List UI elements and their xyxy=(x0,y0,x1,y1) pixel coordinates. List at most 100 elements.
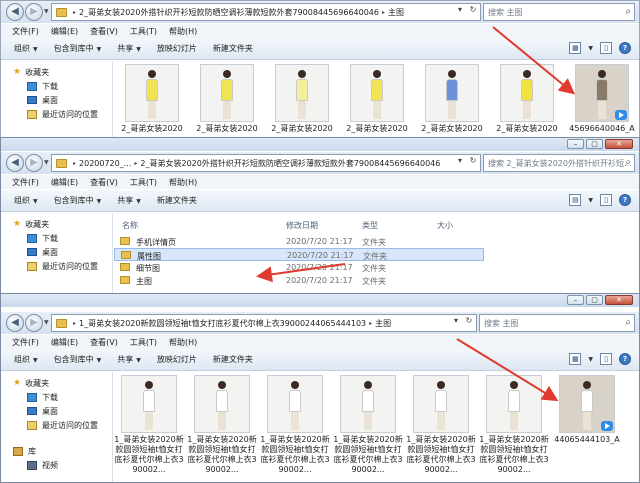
image-file-item[interactable]: 1_哥弟女装2020新款圆领短袖t恤女打底衫夏代尔棉上衣390002... xyxy=(479,375,549,475)
minimize-button[interactable]: – xyxy=(567,139,584,149)
search-input[interactable]: 搜索 主图 ⌕ xyxy=(479,314,635,332)
new-folder-button[interactable]: 新建文件夹 xyxy=(157,195,197,206)
column-size[interactable]: 大小 xyxy=(437,220,453,231)
organize-button[interactable]: 组织 ▼ xyxy=(14,354,38,365)
nav-downloads[interactable]: 下载 xyxy=(1,231,112,245)
image-file-item[interactable]: 2_哥弟女装2020 xyxy=(116,64,188,134)
menu-edit[interactable]: 编辑(E) xyxy=(51,337,78,348)
dropdown-icon[interactable]: ▾ xyxy=(455,156,465,165)
close-button[interactable]: ✕ xyxy=(605,139,633,149)
share-button[interactable]: 共享 ▼ xyxy=(117,43,141,54)
menu-edit[interactable]: 编辑(E) xyxy=(51,26,78,37)
breadcrumb-folder[interactable]: 1_哥弟女装2020新款圆领短袖t恤女打底衫夏代尔棉上衣390002440654… xyxy=(79,318,366,329)
video-file-item[interactable]: 44065444103_A xyxy=(552,375,622,445)
refresh-icon[interactable]: ↻ xyxy=(468,156,478,165)
nav-desktop[interactable]: 桌面 xyxy=(1,245,112,259)
menu-view[interactable]: 查看(V) xyxy=(90,26,118,37)
menu-edit[interactable]: 编辑(E) xyxy=(51,177,78,188)
image-file-item[interactable]: 1_哥弟女装2020新款圆领短袖t恤女打底衫夏代尔棉上衣390002... xyxy=(406,375,476,475)
nav-libraries[interactable]: 库 xyxy=(1,444,112,458)
image-file-item[interactable]: 1_哥弟女装2020新款圆领短袖t恤女打底衫夏代尔棉上衣390002... xyxy=(187,375,257,475)
minimize-button[interactable]: – xyxy=(567,295,584,305)
nav-recent-places[interactable]: 最近访问的位置 xyxy=(1,107,112,121)
image-file-item[interactable]: 2_哥弟女装2020 xyxy=(491,64,563,134)
nav-recent-places[interactable]: 最近访问的位置 xyxy=(1,259,112,273)
image-file-item[interactable]: 1_哥弟女装2020新款圆领短袖t恤女打底衫夏代尔棉上衣390002... xyxy=(114,375,184,475)
menu-file[interactable]: 文件(F) xyxy=(12,26,39,37)
list-item[interactable]: 手机详情页 2020/7/20 21:17 文件夹 xyxy=(114,235,639,248)
column-date-modified[interactable]: 修改日期 xyxy=(286,220,318,231)
menu-tools[interactable]: 工具(T) xyxy=(130,26,157,37)
view-options-icon[interactable]: ▦ xyxy=(569,353,582,365)
back-icon[interactable]: ◀ xyxy=(6,314,24,332)
nav-downloads[interactable]: 下载 xyxy=(1,390,112,404)
slideshow-button[interactable]: 放映幻灯片 xyxy=(157,354,197,365)
list-item[interactable]: 细节图 2020/7/20 21:17 文件夹 xyxy=(114,261,639,274)
image-file-item[interactable]: 1_哥弟女装2020新款圆领短袖t恤女打底衫夏代尔棉上衣390002... xyxy=(260,375,330,475)
image-file-item[interactable]: 1_哥弟女装2020新款圆领短袖t恤女打底衫夏代尔棉上衣390002... xyxy=(333,375,403,475)
slideshow-button[interactable]: 放映幻灯片 xyxy=(157,43,197,54)
new-folder-button[interactable]: 新建文件夹 xyxy=(213,354,253,365)
nav-desktop[interactable]: 桌面 xyxy=(1,404,112,418)
address-bar[interactable]: ▸ 1_哥弟女装2020新款圆领短袖t恤女打底衫夏代尔棉上衣3900024406… xyxy=(51,314,477,332)
image-file-item[interactable]: 2_哥弟女装2020 xyxy=(266,64,338,134)
nav-downloads[interactable]: 下载 xyxy=(1,79,112,93)
help-icon[interactable]: ? xyxy=(619,353,631,365)
menu-tools[interactable]: 工具(T) xyxy=(130,337,157,348)
maximize-button[interactable]: ▢ xyxy=(586,139,603,149)
list-item[interactable]: 主图 2020/7/20 21:17 文件夹 xyxy=(114,274,639,287)
preview-pane-icon[interactable]: ▯ xyxy=(600,353,612,365)
menu-view[interactable]: 查看(V) xyxy=(90,337,118,348)
nav-desktop[interactable]: 桌面 xyxy=(1,93,112,107)
nav-videos[interactable]: 视频 xyxy=(1,458,112,472)
address-bar[interactable]: ▸ 2_哥弟女装2020外搭针织开衫短款防晒空调衫薄款短款外套790084456… xyxy=(51,3,481,21)
breadcrumb-folder[interactable]: 2_哥弟女装2020外搭针织开衫短款防晒空调衫薄款短款外套79008445696… xyxy=(79,7,379,18)
image-file-item[interactable]: 2_哥弟女装2020 xyxy=(191,64,263,134)
breadcrumb-parent[interactable]: 20200720_... xyxy=(79,159,131,168)
menu-help[interactable]: 帮助(H) xyxy=(169,337,197,348)
search-input[interactable]: 搜索 2_哥弟女装2020外搭针织开衫短... ⌕ xyxy=(483,154,635,172)
organize-button[interactable]: 组织 ▼ xyxy=(14,195,38,206)
share-button[interactable]: 共享 ▼ xyxy=(117,195,141,206)
refresh-icon[interactable]: ↻ xyxy=(468,5,478,14)
include-in-library-button[interactable]: 包含到库中 ▼ xyxy=(54,354,102,365)
address-bar[interactable]: ▸ 20200720_... ▸ 2_哥弟女装2020外搭针织开衫短款防晒空调衫… xyxy=(51,154,481,172)
include-in-library-button[interactable]: 包含到库中 ▼ xyxy=(54,195,102,206)
preview-pane-icon[interactable]: ▯ xyxy=(600,42,612,54)
forward-icon[interactable]: ▶ xyxy=(25,154,43,172)
menu-tools[interactable]: 工具(T) xyxy=(130,177,157,188)
forward-icon[interactable]: ▶ xyxy=(25,314,43,332)
view-options-icon[interactable]: ▤ xyxy=(569,194,582,206)
new-folder-button[interactable]: 新建文件夹 xyxy=(213,43,253,54)
nav-favorites[interactable]: ★ 收藏夹 xyxy=(1,217,112,231)
share-button[interactable]: 共享 ▼ xyxy=(117,354,141,365)
dropdown-icon[interactable]: ▾ xyxy=(455,5,465,14)
preview-pane-icon[interactable]: ▯ xyxy=(600,194,612,206)
forward-icon[interactable]: ▶ xyxy=(25,3,43,21)
menu-file[interactable]: 文件(F) xyxy=(12,337,39,348)
nav-recent-places[interactable]: 最近访问的位置 xyxy=(1,418,112,432)
menu-view[interactable]: 查看(V) xyxy=(90,177,118,188)
back-icon[interactable]: ◀ xyxy=(6,154,24,172)
video-file-item[interactable]: 45696640046_A xyxy=(566,64,638,134)
breadcrumb-current[interactable]: 2_哥弟女装2020外搭针织开衫短款防晒空调衫薄款短款外套79008445696… xyxy=(140,158,440,169)
breadcrumb-current[interactable]: 主图 xyxy=(375,318,391,329)
organize-button[interactable]: 组织 ▼ xyxy=(14,43,38,54)
nav-favorites[interactable]: ★ 收藏夹 xyxy=(1,65,112,79)
include-in-library-button[interactable]: 包含到库中 ▼ xyxy=(54,43,102,54)
view-options-icon[interactable]: ▦ xyxy=(569,42,582,54)
breadcrumb-current[interactable]: 主图 xyxy=(388,7,404,18)
list-item-selected[interactable]: 属性图 2020/7/20 21:17 文件夹 xyxy=(114,248,484,261)
search-input[interactable]: 搜索 主图 ⌕ xyxy=(483,3,635,21)
image-file-item[interactable]: 2_哥弟女装2020 xyxy=(416,64,488,134)
refresh-icon[interactable]: ↻ xyxy=(464,316,474,325)
close-button[interactable]: ✕ xyxy=(605,295,633,305)
menu-file[interactable]: 文件(F) xyxy=(12,177,39,188)
dropdown-icon[interactable]: ▾ xyxy=(451,316,461,325)
menu-help[interactable]: 帮助(H) xyxy=(169,26,197,37)
menu-help[interactable]: 帮助(H) xyxy=(169,177,197,188)
column-type[interactable]: 类型 xyxy=(362,220,378,231)
image-file-item[interactable]: 2_哥弟女装2020 xyxy=(341,64,413,134)
help-icon[interactable]: ? xyxy=(619,42,631,54)
nav-favorites[interactable]: ★ 收藏夹 xyxy=(1,376,112,390)
